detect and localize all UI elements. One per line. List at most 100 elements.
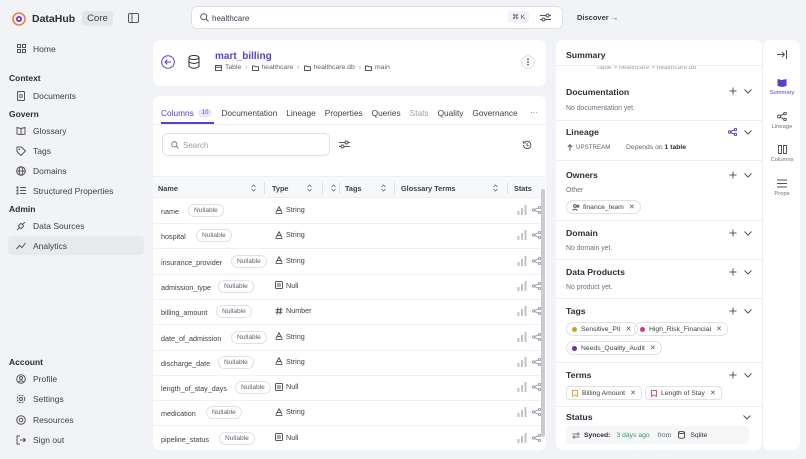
tab-columns[interactable]: Columns 10 bbox=[161, 108, 213, 118]
column-header-stats[interactable]: Stats bbox=[514, 184, 532, 193]
remove-icon[interactable]: ✕ bbox=[716, 325, 722, 333]
chevron-down-icon[interactable] bbox=[744, 372, 752, 378]
sort-icon[interactable] bbox=[331, 184, 336, 192]
back-arrow-icon[interactable] bbox=[161, 55, 175, 69]
column-search-field[interactable]: Search bbox=[162, 133, 330, 156]
lineage-icon[interactable] bbox=[532, 281, 541, 290]
table-scrollbar[interactable] bbox=[541, 189, 545, 437]
sidebar-item-analytics[interactable]: Analytics bbox=[8, 236, 144, 255]
sort-icon[interactable] bbox=[381, 184, 386, 192]
sidebar-item-profile[interactable]: Profile bbox=[8, 369, 144, 388]
add-icon[interactable] bbox=[729, 229, 737, 237]
chevron-down-icon[interactable] bbox=[744, 308, 752, 314]
tag-chip[interactable]: Sensitive_PII ✕ bbox=[566, 322, 638, 336]
sidebar-item-data-sources[interactable]: Data Sources bbox=[8, 216, 144, 235]
column-header-name[interactable]: Name bbox=[158, 184, 178, 193]
breadcrumb-item[interactable]: healthcare bbox=[262, 64, 294, 71]
column-filter-icon[interactable] bbox=[339, 140, 350, 149]
bar-chart-icon[interactable] bbox=[517, 280, 527, 291]
breadcrumb-item[interactable]: main bbox=[375, 64, 390, 71]
lineage-icon[interactable] bbox=[532, 408, 541, 417]
sync-source[interactable]: Sqlite bbox=[690, 432, 707, 439]
table-row[interactable]: medication Nullable String bbox=[153, 401, 543, 427]
sidebar-collapse-icon[interactable] bbox=[128, 13, 139, 23]
table-row[interactable]: discharge_date Nullable String bbox=[153, 351, 543, 376]
sort-icon[interactable] bbox=[493, 184, 498, 192]
breadcrumb-item[interactable]: healthcare.db bbox=[314, 64, 355, 71]
chevron-down-icon[interactable] bbox=[744, 88, 752, 94]
table-row[interactable]: insurance_provider Nullable String bbox=[153, 250, 543, 275]
remove-icon[interactable]: ✕ bbox=[710, 389, 716, 397]
owner-chip[interactable]: finance_team ✕ bbox=[566, 200, 641, 214]
more-options-icon[interactable] bbox=[521, 55, 535, 69]
table-row[interactable]: date_of_admission Nullable String bbox=[153, 326, 543, 351]
lineage-icon[interactable] bbox=[532, 231, 541, 240]
bar-chart-icon[interactable] bbox=[517, 255, 527, 266]
bar-chart-icon[interactable] bbox=[517, 331, 527, 342]
column-header-tags[interactable]: Tags bbox=[345, 184, 362, 193]
add-icon[interactable] bbox=[729, 87, 737, 95]
tabs-more-button[interactable]: ··· bbox=[530, 108, 538, 117]
remove-icon[interactable]: ✕ bbox=[629, 203, 635, 211]
add-icon[interactable] bbox=[729, 171, 737, 179]
sidebar-item-structured-properties[interactable]: Structured Properties bbox=[8, 181, 144, 200]
rail-item-summary[interactable]: Summary bbox=[763, 78, 801, 96]
sidebar-item-domains[interactable]: Domains bbox=[8, 161, 144, 180]
sidebar-item-tags[interactable]: Tags bbox=[8, 141, 144, 160]
table-row[interactable]: length_of_stay_days Nullable Null bbox=[153, 376, 543, 402]
bar-chart-icon[interactable] bbox=[517, 205, 527, 215]
chevron-down-icon[interactable] bbox=[744, 230, 752, 236]
remove-icon[interactable]: ✕ bbox=[626, 325, 632, 333]
chevron-down-icon[interactable] bbox=[744, 129, 752, 135]
lineage-icon[interactable] bbox=[532, 383, 541, 392]
tab-documentation[interactable]: Documentation bbox=[221, 108, 277, 118]
lineage-icon[interactable] bbox=[532, 332, 541, 341]
table-row[interactable]: name Nullable String bbox=[153, 199, 543, 224]
global-search-bar[interactable]: healthcare ⌘ K bbox=[191, 6, 563, 29]
bar-chart-icon[interactable] bbox=[517, 382, 527, 393]
sidebar-item-home[interactable]: Home bbox=[8, 39, 144, 58]
discover-link[interactable]: Discover → bbox=[577, 13, 618, 22]
add-icon[interactable] bbox=[729, 307, 737, 315]
table-row[interactable]: hospital Nullable String bbox=[153, 224, 543, 250]
chevron-down-icon[interactable] bbox=[743, 415, 751, 420]
history-icon[interactable] bbox=[522, 140, 532, 150]
search-input[interactable]: healthcare bbox=[212, 14, 249, 23]
lineage-icon[interactable] bbox=[532, 307, 541, 316]
brand[interactable]: DataHub Core bbox=[12, 11, 113, 26]
chevron-down-icon[interactable] bbox=[744, 172, 752, 178]
tag-chip[interactable]: Needs_Quality_Audit ✕ bbox=[566, 341, 662, 355]
sidebar-item-sign-out[interactable]: Sign out bbox=[8, 430, 144, 449]
bar-chart-icon[interactable] bbox=[517, 356, 527, 367]
add-icon[interactable] bbox=[729, 371, 737, 379]
tab-queries[interactable]: Queries bbox=[372, 108, 401, 118]
term-chip[interactable]: Length of Stay ✕ bbox=[645, 386, 722, 400]
rail-item-columns[interactable]: Columns bbox=[763, 145, 801, 163]
rail-item-lineage[interactable]: Lineage bbox=[763, 112, 801, 130]
remove-icon[interactable]: ✕ bbox=[630, 389, 636, 397]
lineage-icon[interactable] bbox=[532, 433, 541, 442]
sidebar-item-resources[interactable]: Resources bbox=[8, 410, 144, 429]
lineage-icon[interactable] bbox=[532, 256, 541, 265]
remove-icon[interactable]: ✕ bbox=[650, 344, 656, 352]
sidebar-item-glossary[interactable]: Glossary bbox=[8, 121, 144, 140]
tag-chip[interactable]: High_Risk_Financial ✕ bbox=[634, 322, 728, 336]
table-row[interactable]: pipeline_status Nullable Null bbox=[153, 427, 543, 450]
sidebar-item-settings[interactable]: Settings bbox=[8, 389, 144, 408]
chevron-down-icon[interactable] bbox=[744, 269, 752, 275]
bar-chart-icon[interactable] bbox=[517, 230, 527, 241]
lineage-icon[interactable] bbox=[532, 357, 541, 366]
rail-item-props[interactable]: Props bbox=[763, 179, 801, 197]
table-row[interactable]: billing_amount Nullable Number bbox=[153, 300, 543, 326]
bar-chart-icon[interactable] bbox=[517, 306, 527, 317]
column-header-type[interactable]: Type bbox=[272, 184, 289, 193]
lineage-graph-icon[interactable] bbox=[728, 128, 737, 136]
tab-quality[interactable]: Quality bbox=[438, 108, 464, 118]
collapse-panel-icon[interactable] bbox=[777, 50, 787, 59]
bar-chart-icon[interactable] bbox=[517, 407, 527, 418]
tab-stats[interactable]: Stats bbox=[410, 108, 429, 118]
tab-governance[interactable]: Governance bbox=[472, 108, 517, 118]
sort-icon[interactable] bbox=[307, 184, 312, 192]
depends-count[interactable]: 1 table bbox=[665, 144, 687, 151]
bar-chart-icon[interactable] bbox=[517, 432, 527, 443]
